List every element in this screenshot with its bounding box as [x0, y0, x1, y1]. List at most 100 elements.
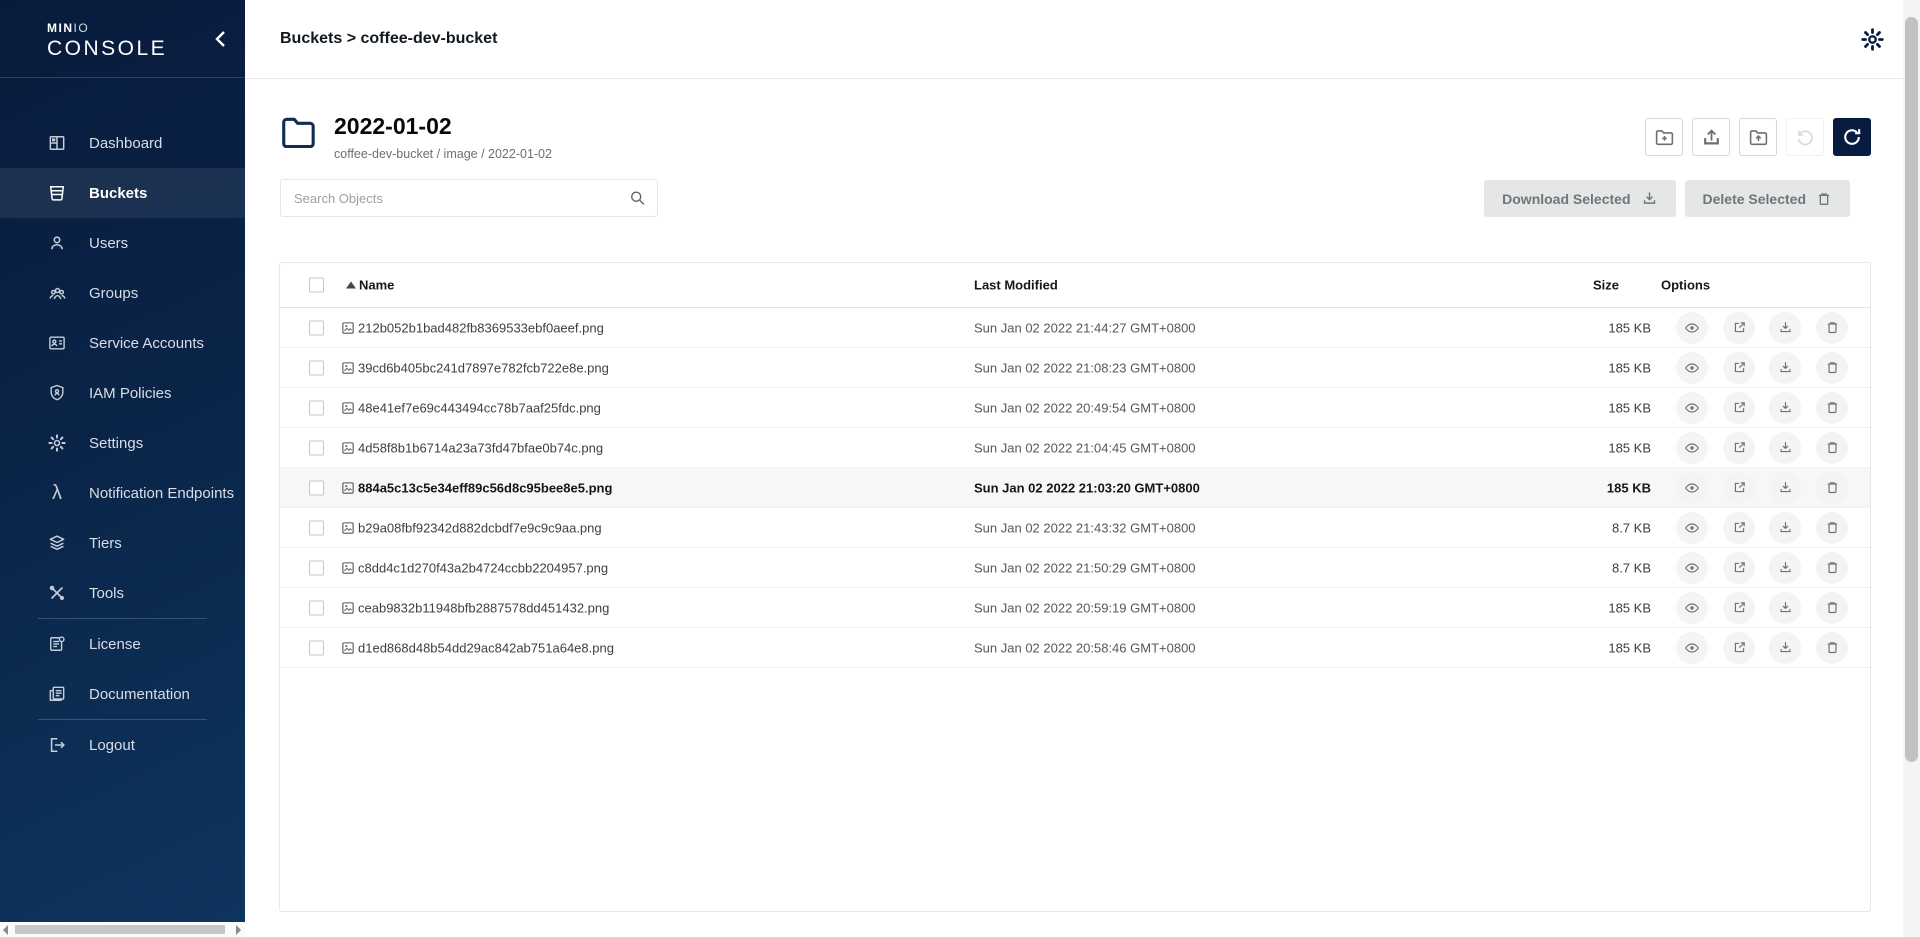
vertical-scrollbar-thumb[interactable] — [1905, 17, 1918, 762]
preview-button[interactable] — [1676, 352, 1708, 384]
table-row[interactable]: d1ed868d48b54dd29ac842ab751a64e8.png Sun… — [280, 628, 1870, 668]
object-name[interactable]: 884a5c13c5e34eff89c56d8c95bee8e5.png — [358, 480, 612, 495]
download-button[interactable] — [1769, 632, 1801, 664]
sidebar-item-logout[interactable]: Logout — [0, 720, 245, 770]
select-all-checkbox[interactable] — [309, 278, 324, 293]
row-checkbox[interactable] — [309, 600, 324, 615]
share-button[interactable] — [1723, 552, 1755, 584]
delete-button[interactable] — [1816, 432, 1848, 464]
preview-eye-icon — [1684, 440, 1700, 456]
delete-button[interactable] — [1816, 472, 1848, 504]
download-button[interactable] — [1769, 352, 1801, 384]
sidebar-item-documentation[interactable]: Documentation — [0, 669, 245, 719]
download-button[interactable] — [1769, 312, 1801, 344]
preview-button[interactable] — [1676, 392, 1708, 424]
table-row[interactable]: b29a08fbf92342d882dcbdf7e9c9c9aa.png Sun… — [280, 508, 1870, 548]
upload-file-button[interactable] — [1692, 118, 1730, 156]
object-name[interactable]: d1ed868d48b54dd29ac842ab751a64e8.png — [358, 640, 614, 655]
sidebar-item-iam-policies[interactable]: IAM Policies — [0, 368, 245, 418]
download-button[interactable] — [1769, 472, 1801, 504]
row-checkbox[interactable] — [309, 520, 324, 535]
row-checkbox[interactable] — [309, 360, 324, 375]
table-row[interactable]: 48e41ef7e69c443494cc78b7aaf25fdc.png Sun… — [280, 388, 1870, 428]
download-button[interactable] — [1769, 392, 1801, 424]
delete-selected-button[interactable]: Delete Selected — [1685, 180, 1851, 217]
new-path-button[interactable] — [1645, 118, 1683, 156]
table-row[interactable]: 39cd6b405bc241d7897e782fcb722e8e.png Sun… — [280, 348, 1870, 388]
table-row[interactable]: c8dd4c1d270f43a2b4724ccbb2204957.png Sun… — [280, 548, 1870, 588]
download-selected-button[interactable]: Download Selected — [1484, 180, 1675, 217]
rewind-button[interactable] — [1786, 118, 1824, 156]
object-name[interactable]: 48e41ef7e69c443494cc78b7aaf25fdc.png — [358, 400, 601, 415]
breadcrumb[interactable]: Buckets > coffee-dev-bucket — [280, 30, 497, 48]
download-button[interactable] — [1769, 432, 1801, 464]
table-row[interactable]: 4d58f8b1b6714a23a73fd47bfae0b74c.png Sun… — [280, 428, 1870, 468]
download-button[interactable] — [1769, 512, 1801, 544]
row-checkbox[interactable] — [309, 560, 324, 575]
scroll-left-arrow[interactable] — [3, 925, 8, 935]
share-button[interactable] — [1723, 472, 1755, 504]
delete-button[interactable] — [1816, 592, 1848, 624]
object-name[interactable]: 212b052b1bad482fb8369533ebf0aeef.png — [358, 320, 604, 335]
share-button[interactable] — [1723, 312, 1755, 344]
share-button[interactable] — [1723, 512, 1755, 544]
preview-button[interactable] — [1676, 592, 1708, 624]
row-checkbox[interactable] — [309, 320, 324, 335]
preview-button[interactable] — [1676, 432, 1708, 464]
delete-button[interactable] — [1816, 632, 1848, 664]
object-name[interactable]: 39cd6b405bc241d7897e782fcb722e8e.png — [358, 360, 609, 375]
download-button[interactable] — [1769, 552, 1801, 584]
sidebar-item-users[interactable]: Users — [0, 218, 245, 268]
object-name[interactable]: 4d58f8b1b6714a23a73fd47bfae0b74c.png — [358, 440, 603, 455]
download-icon — [1778, 640, 1793, 655]
object-name[interactable]: ceab9832b11948bfb2887578dd451432.png — [358, 600, 609, 615]
delete-button[interactable] — [1816, 552, 1848, 584]
sidebar-item-dashboard[interactable]: Dashboard — [0, 118, 245, 168]
row-checkbox[interactable] — [309, 640, 324, 655]
column-header-options: Options — [1661, 278, 1710, 293]
sidebar-item-label: Users — [89, 235, 128, 252]
preview-button[interactable] — [1676, 632, 1708, 664]
sidebar-item-notification-endpoints[interactable]: λ Notification Endpoints — [0, 468, 245, 518]
share-button[interactable] — [1723, 432, 1755, 464]
sidebar-item-service-accounts[interactable]: Service Accounts — [0, 318, 245, 368]
settings-gear-button[interactable] — [1855, 22, 1889, 56]
settings-icon — [46, 432, 68, 454]
sidebar-item-buckets[interactable]: Buckets — [0, 168, 245, 218]
delete-button[interactable] — [1816, 352, 1848, 384]
row-checkbox[interactable] — [309, 440, 324, 455]
sidebar-item-settings[interactable]: Settings — [0, 418, 245, 468]
sidebar-collapse-button[interactable] — [209, 28, 231, 50]
upload-folder-button[interactable] — [1739, 118, 1777, 156]
preview-button[interactable] — [1676, 552, 1708, 584]
row-checkbox[interactable] — [309, 400, 324, 415]
scroll-right-arrow[interactable] — [236, 925, 241, 935]
preview-button[interactable] — [1676, 512, 1708, 544]
sidebar-item-tiers[interactable]: Tiers — [0, 518, 245, 568]
column-header-name[interactable]: Name — [359, 278, 394, 293]
share-button[interactable] — [1723, 632, 1755, 664]
share-button[interactable] — [1723, 392, 1755, 424]
trash-icon — [1825, 560, 1840, 575]
preview-button[interactable] — [1676, 472, 1708, 504]
sidebar-item-tools[interactable]: Tools — [0, 568, 245, 618]
delete-button[interactable] — [1816, 392, 1848, 424]
sidebar-item-license[interactable]: License — [0, 619, 245, 669]
object-name[interactable]: b29a08fbf92342d882dcbdf7e9c9c9aa.png — [358, 520, 602, 535]
row-checkbox[interactable] — [309, 480, 324, 495]
table-row[interactable]: ceab9832b11948bfb2887578dd451432.png Sun… — [280, 588, 1870, 628]
share-button[interactable] — [1723, 352, 1755, 384]
table-row[interactable]: 212b052b1bad482fb8369533ebf0aeef.png Sun… — [280, 308, 1870, 348]
horizontal-scrollbar-thumb[interactable] — [15, 925, 225, 934]
download-button[interactable] — [1769, 592, 1801, 624]
table-row[interactable]: 884a5c13c5e34eff89c56d8c95bee8e5.png Sun… — [280, 468, 1870, 508]
delete-button[interactable] — [1816, 312, 1848, 344]
preview-button[interactable] — [1676, 312, 1708, 344]
sidebar-item-groups[interactable]: Groups — [0, 268, 245, 318]
search-input[interactable] — [280, 179, 658, 217]
object-name[interactable]: c8dd4c1d270f43a2b4724ccbb2204957.png — [358, 560, 608, 575]
share-button[interactable] — [1723, 592, 1755, 624]
delete-button[interactable] — [1816, 512, 1848, 544]
refresh-button[interactable] — [1833, 118, 1871, 156]
sort-ascending-icon[interactable] — [346, 282, 356, 289]
